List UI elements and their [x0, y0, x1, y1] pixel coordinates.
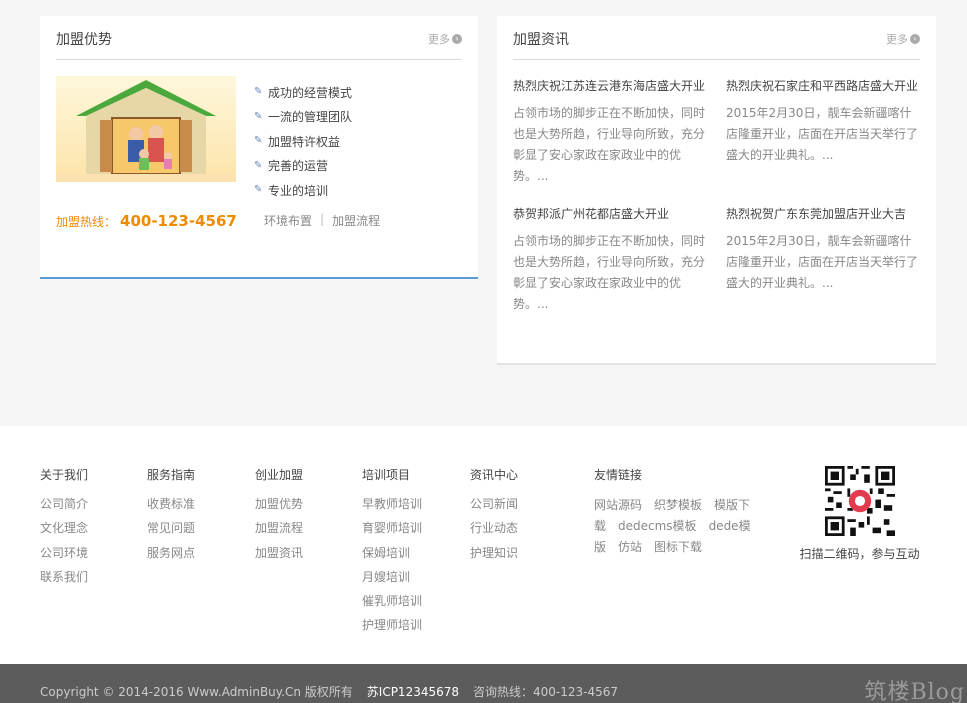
footer-column-service: 服务指南 收费标准 常见问题 服务网点	[147, 466, 195, 568]
footer-column-title: 创业加盟	[255, 468, 304, 482]
news-item[interactable]: 恭贺邦派广州花都店盛大开业 占领市场的脚步正在不断加快，同时也是大势所趋，行业导…	[513, 205, 707, 315]
hotline-label: 加盟热线：	[56, 215, 117, 229]
friend-link[interactable]: 织梦模板	[654, 498, 702, 512]
qr-code-icon	[824, 466, 895, 536]
footer-column-about: 关于我们 公司简介 文化理念 公司环境 联系我们	[40, 466, 88, 592]
copyright-bar: Copyright © 2014-2016 Www.AdminBuy.Cn 版权…	[0, 664, 967, 703]
news-title: 加盟资讯	[513, 32, 569, 48]
footer-column-news: 资讯中心 公司新闻 行业动态 护理知识	[470, 466, 518, 568]
news-item[interactable]: 热烈庆祝江苏连云港东海店盛大开业 占领市场的脚步正在不断加快，同时也是大势所趋，…	[513, 77, 707, 187]
footer-column-franchise: 创业加盟 加盟优势 加盟流程 加盟资讯	[255, 466, 303, 568]
friend-links-list: 网站源码 织梦模板 模版下载 dedecms模板 dede模版 仿站 图标下载	[594, 495, 754, 558]
news-item-title[interactable]: 热烈庆祝石家庄和平西路店盛大开业	[726, 77, 920, 94]
footer-link[interactable]: 加盟优势	[255, 495, 303, 519]
footer-link[interactable]: 文化理念	[40, 519, 88, 543]
icp-number[interactable]: 苏ICP12345678	[367, 683, 459, 700]
footer-link[interactable]: 收费标准	[147, 495, 195, 519]
pencil-icon: ✎	[254, 110, 263, 122]
feature-item[interactable]: ✎ 成功的经营模式	[254, 80, 352, 105]
footer-link[interactable]: 服务网点	[147, 544, 195, 568]
footer-link[interactable]: 行业动态	[470, 519, 518, 543]
process-link[interactable]: 加盟流程	[332, 212, 380, 229]
footer-column-title: 资讯中心	[470, 468, 519, 482]
feature-list: ✎ 成功的经营模式 ✎ 一流的管理团队 ✎ 加盟特许权益 ✎ 完善的运营 ✎ 专业的培训	[254, 80, 352, 203]
news-item[interactable]: 热烈祝贺广东东莞加盟店开业大吉 2015年2月30日，靓车会新疆喀什店隆重开业，…	[726, 205, 920, 294]
news-item[interactable]: 热烈庆祝石家庄和平西路店盛大开业 2015年2月30日，靓车会新疆喀什店隆重开业…	[726, 77, 920, 166]
hotline-number: 400-123-4567	[120, 212, 237, 230]
news-item-title[interactable]: 热烈祝贺广东东莞加盟店开业大吉	[726, 205, 920, 222]
friend-links: 友情链接 网站源码 织梦模板 模版下载 dedecms模板 dede模版 仿站 图标下载	[594, 466, 754, 558]
qr-block: 扫描二维码，参与互动	[797, 466, 922, 562]
pencil-icon: ✎	[254, 184, 263, 196]
footer-link[interactable]: 公司简介	[40, 495, 88, 519]
footer-link[interactable]: 公司环境	[40, 544, 88, 568]
footer-link[interactable]: 催乳师培训	[362, 592, 422, 616]
advantages-title: 加盟优势	[56, 32, 112, 48]
footer-link[interactable]: 加盟流程	[255, 519, 303, 543]
more-label: 更多	[428, 33, 450, 46]
friend-links-title: 友情链接	[594, 468, 643, 482]
news-item-summary: 2015年2月30日，靓车会新疆喀什店隆重开业，店面在开店当天举行了盛大的开业典…	[726, 106, 919, 162]
pencil-icon: ✎	[254, 135, 263, 147]
advantage-sub-links: 环境布置 | 加盟流程	[264, 212, 380, 229]
advantages-more-link[interactable]: 更多 ›	[428, 31, 462, 47]
footer-column-title: 服务指南	[147, 468, 196, 482]
copyright-text: Copyright © 2014-2016 Www.AdminBuy.Cn 版权…	[40, 683, 618, 700]
news-panel: 加盟资讯 更多 › 热烈庆祝江苏连云港东海店盛大开业 占领市场的脚步正在不断加快…	[497, 16, 936, 365]
more-arrow-icon: ›	[452, 34, 462, 44]
footer-link[interactable]: 护理知识	[470, 544, 518, 568]
copyright: Copyright © 2014-2016 Www.AdminBuy.Cn 版权…	[40, 685, 353, 699]
friend-link[interactable]: dedecms模板	[618, 519, 697, 533]
advantages-panel: 加盟优势 更多 › ✎ 成功的经营模式 ✎ 一流的管理团队 ✎ 加盟特许权益 ✎ 完善的	[40, 16, 478, 279]
environment-link[interactable]: 环境布置	[264, 212, 312, 229]
advantages-header: 加盟优势 更多 ›	[56, 16, 462, 60]
footer-link[interactable]: 联系我们	[40, 568, 88, 592]
footer-column-training: 培训项目 早教师培训 育婴师培训 保姆培训 月嫂培训 催乳师培训 护理师培训	[362, 466, 422, 641]
pencil-icon: ✎	[254, 86, 263, 98]
more-arrow-icon: ›	[910, 34, 920, 44]
footer-link[interactable]: 早教师培训	[362, 495, 422, 519]
qr-caption: 扫描二维码，参与互动	[799, 547, 920, 561]
footer-link[interactable]: 月嫂培训	[362, 568, 422, 592]
news-item-title[interactable]: 恭贺邦派广州花都店盛大开业	[513, 205, 707, 222]
feature-item[interactable]: ✎ 完善的运营	[254, 154, 352, 179]
friend-link[interactable]: 图标下载	[654, 540, 702, 554]
more-label: 更多	[886, 33, 908, 46]
news-item-summary: 2015年2月30日，靓车会新疆喀什店隆重开业，店面在开店当天举行了盛大的开业典…	[726, 234, 919, 290]
footer-column-title: 关于我们	[40, 468, 89, 482]
house-family-icon	[56, 80, 236, 182]
pencil-icon: ✎	[254, 159, 263, 171]
footer-link[interactable]: 常见问题	[147, 519, 195, 543]
news-item-summary: 占领市场的脚步正在不断加快，同时也是大势所趋，行业导向所致，充分彰显了安心家政在…	[513, 106, 706, 183]
news-item-summary: 占领市场的脚步正在不断加快，同时也是大势所趋，行业导向所致，充分彰显了安心家政在…	[513, 234, 706, 311]
franchise-family-illustration[interactable]	[56, 76, 236, 182]
site-footer: 关于我们 公司简介 文化理念 公司环境 联系我们 服务指南 收费标准 常见问题 …	[0, 426, 967, 664]
franchise-hotline: 加盟热线： 400-123-4567	[56, 212, 237, 230]
feature-item[interactable]: ✎ 专业的培训	[254, 178, 352, 203]
friend-link[interactable]: 网站源码	[594, 498, 642, 512]
friend-link[interactable]: 仿站	[618, 540, 642, 554]
footer-column-title: 培训项目	[362, 468, 411, 482]
footer-link[interactable]: 护理师培训	[362, 616, 422, 640]
watermark: 筑楼Blog	[864, 680, 965, 703]
feature-item[interactable]: ✎ 一流的管理团队	[254, 105, 352, 130]
footer-link[interactable]: 保姆培训	[362, 544, 422, 568]
footer-link[interactable]: 育婴师培训	[362, 519, 422, 543]
footer-link[interactable]: 加盟资讯	[255, 544, 303, 568]
consult-hotline: 咨询热线：400-123-4567	[473, 685, 619, 699]
feature-item[interactable]: ✎ 加盟特许权益	[254, 129, 352, 154]
news-header: 加盟资讯 更多 ›	[513, 16, 920, 60]
news-item-title[interactable]: 热烈庆祝江苏连云港东海店盛大开业	[513, 77, 707, 94]
news-more-link[interactable]: 更多 ›	[886, 31, 920, 47]
link-separator: |	[320, 212, 325, 226]
footer-link[interactable]: 公司新闻	[470, 495, 518, 519]
